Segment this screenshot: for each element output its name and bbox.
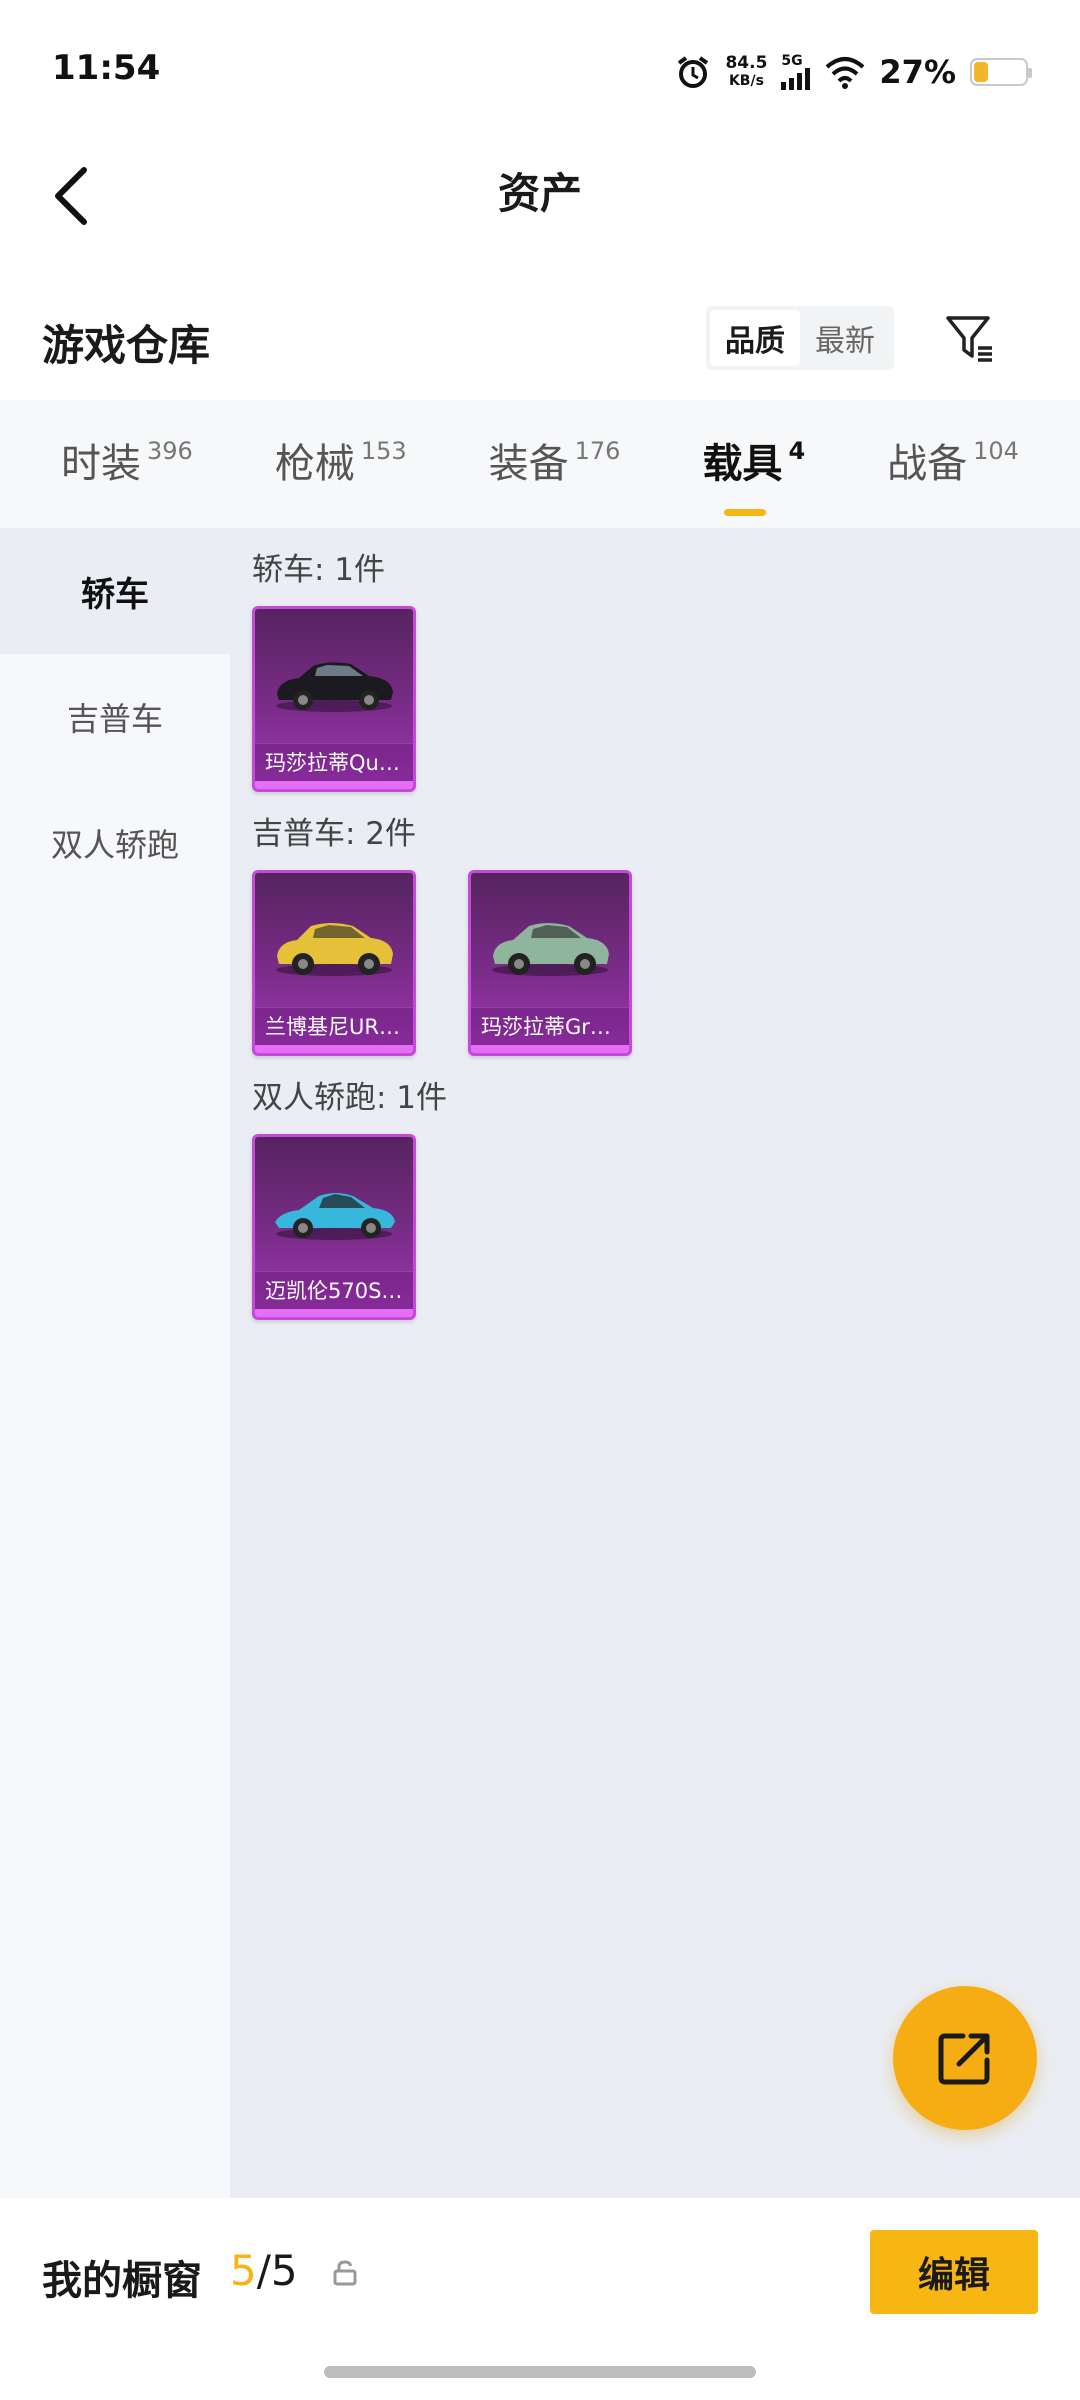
car-image <box>255 1151 413 1271</box>
tab-count: 153 <box>360 437 407 465</box>
page-title: 资产 <box>497 169 582 218</box>
sort-by-newest-button[interactable]: 最新 <box>800 310 890 366</box>
tab-label: 战备 <box>887 441 968 487</box>
tab-label: 载具 <box>702 441 783 487</box>
subcategory-nav: 轿车 吉普车 双人轿跑 <box>0 528 230 2198</box>
car-icon <box>276 662 393 712</box>
tab-count: 104 <box>973 437 1019 465</box>
section-title-jeep: 吉普车: 2件 <box>252 816 417 852</box>
showcase-label: 我的橱窗 <box>42 2258 202 2304</box>
bottom-bar: 我的橱窗 5/5 编辑 <box>0 2198 1080 2338</box>
car-icon <box>275 1193 395 1240</box>
tab-vehicles[interactable]: 载具 4 <box>702 434 806 516</box>
warehouse-body: 轿车 吉普车 双人轿跑 轿车: 1件 玛莎拉蒂Qu… 吉普车: 2件 兰博基尼U… <box>0 528 1080 2198</box>
rarity-bar <box>255 781 413 789</box>
vehicle-name: 兰博基尼UR… <box>255 1007 413 1045</box>
section-title-sedan: 轿车: 1件 <box>252 552 386 588</box>
card-row: 玛莎拉蒂Qu… <box>252 606 1062 792</box>
card-row: 兰博基尼UR… 玛莎拉蒂Gr… <box>252 870 1062 1056</box>
active-tab-indicator <box>723 509 766 516</box>
alarm-icon <box>675 54 711 90</box>
vehicle-list: 轿车: 1件 玛莎拉蒂Qu… 吉普车: 2件 兰博基尼UR… 玛莎拉蒂Gr… 双… <box>252 528 1062 1326</box>
showcase-current: 5 <box>230 2246 257 2295</box>
home-indicator[interactable] <box>324 2366 756 2378</box>
network-speed-unit: KB/s <box>728 73 764 89</box>
tab-equipment[interactable]: 装备 176 <box>489 434 621 494</box>
filter-icon <box>946 316 992 362</box>
tab-fashion[interactable]: 时装 396 <box>61 434 193 494</box>
status-icons: 84.5 KB/s 5G 27% <box>675 50 1032 94</box>
wifi-icon <box>825 55 865 89</box>
lock-icon <box>330 2258 360 2288</box>
showcase-count: 5/5 <box>230 2246 298 2295</box>
share-button[interactable] <box>893 1986 1037 2130</box>
tab-count: 4 <box>788 437 806 465</box>
network-speed: 84.5 KB/s <box>725 54 767 90</box>
status-bar: 11:54 84.5 KB/s 5G 27% <box>0 0 1080 140</box>
rarity-bar <box>255 1045 413 1053</box>
sort-toggle: 品质 最新 <box>706 306 894 370</box>
subcategory-coupe[interactable]: 双人轿跑 <box>0 780 230 906</box>
vehicle-card[interactable]: 迈凯伦570S… <box>252 1134 416 1320</box>
network-speed-value: 84.5 <box>725 53 768 73</box>
tab-label: 枪械 <box>274 441 355 487</box>
network-type: 5G <box>781 53 803 69</box>
sort-by-quality-button[interactable]: 品质 <box>710 310 800 366</box>
vehicle-name: 玛莎拉蒂Qu… <box>255 743 413 781</box>
rarity-bar <box>471 1045 629 1053</box>
status-time: 11:54 <box>52 48 161 88</box>
car-icon <box>276 923 393 976</box>
warehouse-toolbar: 游戏仓库 品质 最新 <box>0 290 1080 400</box>
cellular-signal: 5G <box>781 54 811 90</box>
tab-label: 时装 <box>61 441 141 487</box>
warehouse-title: 游戏仓库 <box>42 321 211 370</box>
signal-bars-icon <box>781 68 811 90</box>
share-icon <box>938 2033 990 2085</box>
subcategory-sedan[interactable]: 轿车 <box>0 528 230 654</box>
card-row: 迈凯伦570S… <box>252 1134 1062 1320</box>
section-title-coupe: 双人轿跑: 1件 <box>252 1080 448 1116</box>
filter-button[interactable] <box>940 308 1000 368</box>
car-image <box>255 623 413 743</box>
tab-firearms[interactable]: 枪械 153 <box>275 434 407 494</box>
car-icon <box>492 923 609 976</box>
edit-button[interactable]: 编辑 <box>870 2230 1038 2314</box>
battery-percent: 27% <box>879 53 956 91</box>
header: 资产 <box>0 140 1080 290</box>
vehicle-card[interactable]: 兰博基尼UR… <box>252 870 416 1056</box>
vehicle-name: 迈凯伦570S… <box>255 1271 413 1309</box>
car-image <box>255 887 413 1007</box>
subcategory-jeep[interactable]: 吉普车 <box>0 654 230 780</box>
car-image <box>471 887 629 1007</box>
showcase-separator: / <box>256 2246 271 2295</box>
tab-count: 176 <box>574 437 621 465</box>
showcase-total: 5 <box>270 2246 298 2295</box>
battery-icon <box>970 58 1032 86</box>
vehicle-card[interactable]: 玛莎拉蒂Gr… <box>468 870 632 1056</box>
vehicle-name: 玛莎拉蒂Gr… <box>471 1007 629 1045</box>
tab-label: 装备 <box>488 441 569 487</box>
tab-count: 396 <box>147 437 193 465</box>
category-tabs: 时装 396 枪械 153 装备 176 载具 4 战备 104 <box>0 400 1080 528</box>
tab-combat-gear[interactable]: 战备 104 <box>887 434 1019 494</box>
rarity-bar <box>255 1309 413 1317</box>
vehicle-card[interactable]: 玛莎拉蒂Qu… <box>252 606 416 792</box>
